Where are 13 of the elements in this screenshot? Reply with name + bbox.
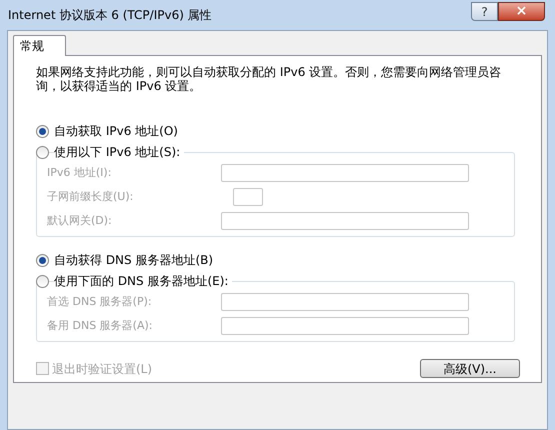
advanced-button[interactable]: 高级(V)... [420, 359, 520, 378]
description-text: 如果网络支持此功能，则可以自动获取分配的 IPv6 设置。否则，您需要向网络管理员咨询，以获得适当的 IPv6 设置。 [36, 65, 502, 93]
radio-label: 使用下面的 DNS 服务器地址(E): [54, 272, 232, 290]
field-label: 子网前缀长度(U): [47, 188, 134, 205]
field-label: 备用 DNS 服务器(A): [47, 318, 154, 334]
help-button[interactable]: ? [471, 2, 498, 20]
field-label: IPv6 地址(I): [47, 164, 112, 181]
checkbox-label: 退出时验证设置(L) [52, 360, 152, 378]
radio-label: 使用以下 IPv6 地址(S): [54, 143, 184, 161]
field-label: 默认网关(D): [47, 212, 113, 229]
field-label: 首选 DNS 服务器(P): [47, 294, 153, 310]
window-title: Internet 协议版本 6 (TCP/IPv6) 属性 [8, 7, 213, 24]
tab[interactable]: 常规 [13, 35, 66, 56]
